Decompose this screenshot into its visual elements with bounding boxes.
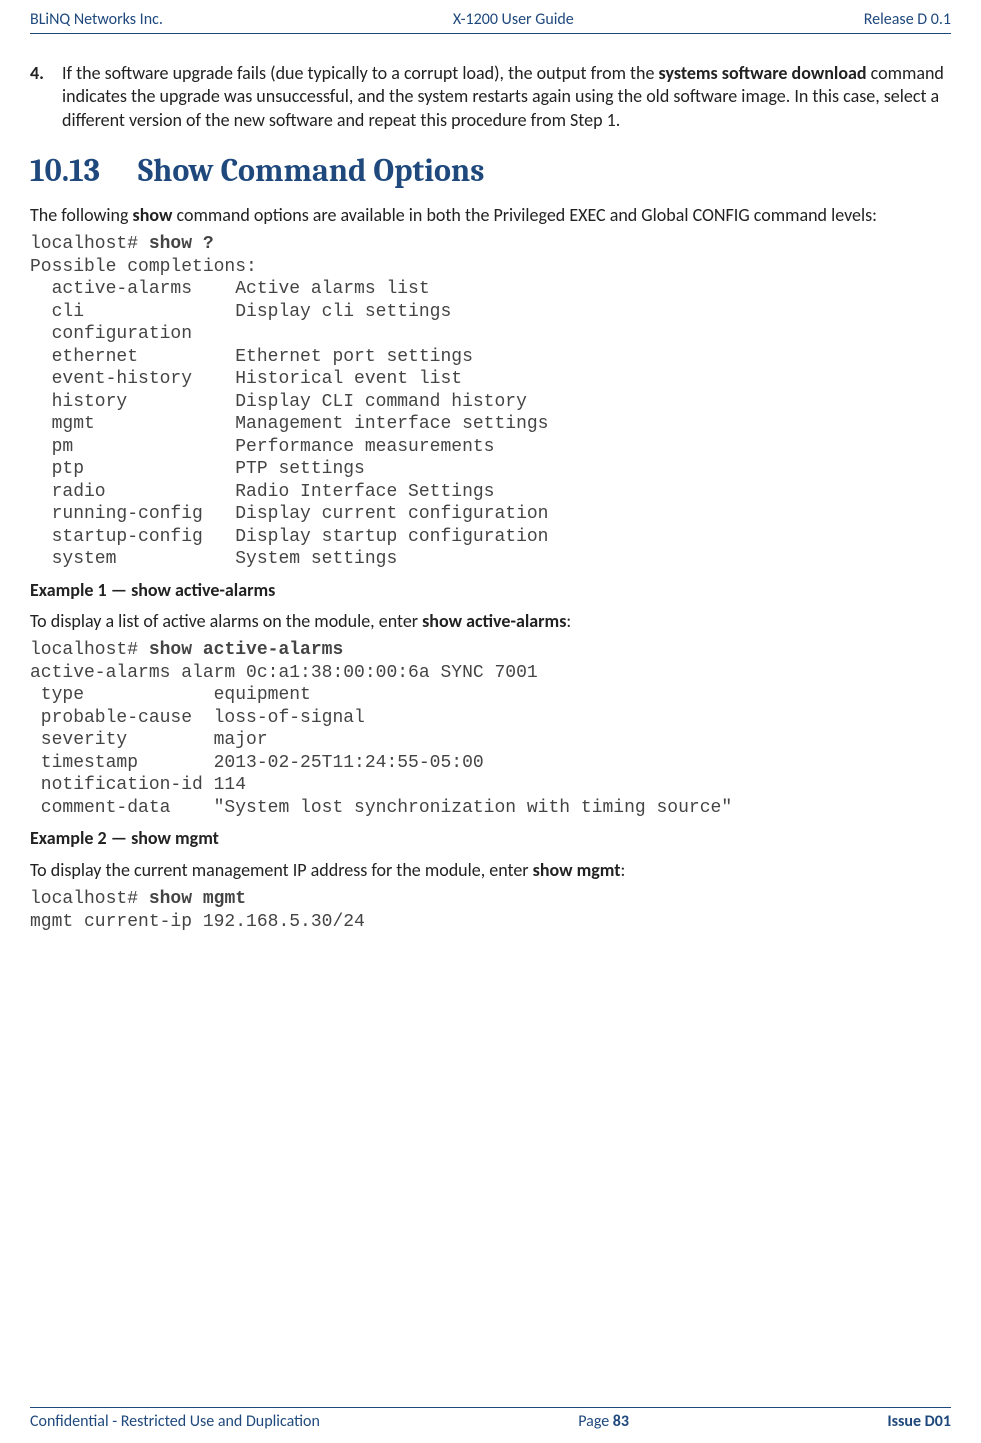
code-block-ex1: localhost# show active-alarms active-ala… xyxy=(30,639,951,819)
intro-t1: The following xyxy=(30,204,133,226)
step-number: 4. xyxy=(30,62,62,132)
step-text-1: If the software upgrade fails (due typic… xyxy=(62,62,659,84)
footer-page-number: 83 xyxy=(613,1412,629,1431)
ex1-t1: To display a list of active alarms on th… xyxy=(30,610,422,632)
header-left: BLiNQ Networks Inc. xyxy=(30,10,163,29)
footer-left: Confidential - Restricted Use and Duplic… xyxy=(30,1412,320,1431)
header-rule xyxy=(30,33,951,34)
page-footer: Confidential - Restricted Use and Duplic… xyxy=(30,1408,951,1443)
ex1-body: active-alarms alarm 0c:a1:38:00:00:6a SY… xyxy=(30,663,732,818)
page-header: BLiNQ Networks Inc. X-1200 User Guide Re… xyxy=(30,0,951,33)
heading-title: Show Command Options xyxy=(138,152,484,189)
step-4: 4. If the software upgrade fails (due ty… xyxy=(30,62,951,132)
ex1-cmd: show active-alarms xyxy=(149,640,343,660)
code-block-show-help: localhost# show ? Possible completions: … xyxy=(30,233,951,571)
ex1-prompt: localhost# xyxy=(30,640,149,660)
heading-number: 10.13 xyxy=(30,152,100,189)
example-1-paragraph: To display a list of active alarms on th… xyxy=(30,610,951,633)
content-area: 4. If the software upgrade fails (due ty… xyxy=(30,62,951,1407)
footer-right: Issue D01 xyxy=(887,1412,951,1431)
ex2-t2: : xyxy=(621,859,626,881)
ex2-body: mgmt current-ip 192.168.5.30/24 xyxy=(30,912,365,932)
header-center: X-1200 User Guide xyxy=(453,10,574,29)
code-body: Possible completions: active-alarms Acti… xyxy=(30,257,548,570)
example-2-paragraph: To display the current management IP add… xyxy=(30,859,951,882)
example-1-header: Example 1 — show active-alarms xyxy=(30,579,951,602)
step-body: If the software upgrade fails (due typic… xyxy=(62,62,951,132)
page: BLiNQ Networks Inc. X-1200 User Guide Re… xyxy=(0,0,981,1443)
section-heading: 10.13 Show Command Options xyxy=(30,150,951,192)
step-bold-1: systems software download xyxy=(659,62,867,84)
ex2-b1: show mgmt xyxy=(533,859,621,881)
ex2-prompt: localhost# xyxy=(30,889,149,909)
intro-paragraph: The following show command options are a… xyxy=(30,204,951,227)
ex2-cmd: show mgmt xyxy=(149,889,246,909)
ex1-t2: : xyxy=(566,610,571,632)
header-right: Release D 0.1 xyxy=(864,10,951,29)
example-2-header: Example 2 — show mgmt xyxy=(30,827,951,850)
code-cmd: show ? xyxy=(149,234,214,254)
intro-t2: command options are available in both th… xyxy=(172,204,877,226)
intro-b1: show xyxy=(133,204,173,226)
code-block-ex2: localhost# show mgmt mgmt current-ip 192… xyxy=(30,888,951,933)
ex2-t1: To display the current management IP add… xyxy=(30,859,533,881)
code-prompt: localhost# xyxy=(30,234,149,254)
footer-center: Page 83 xyxy=(578,1412,629,1431)
footer-page-label: Page xyxy=(578,1412,613,1431)
ex1-b1: show active-alarms xyxy=(422,610,566,632)
